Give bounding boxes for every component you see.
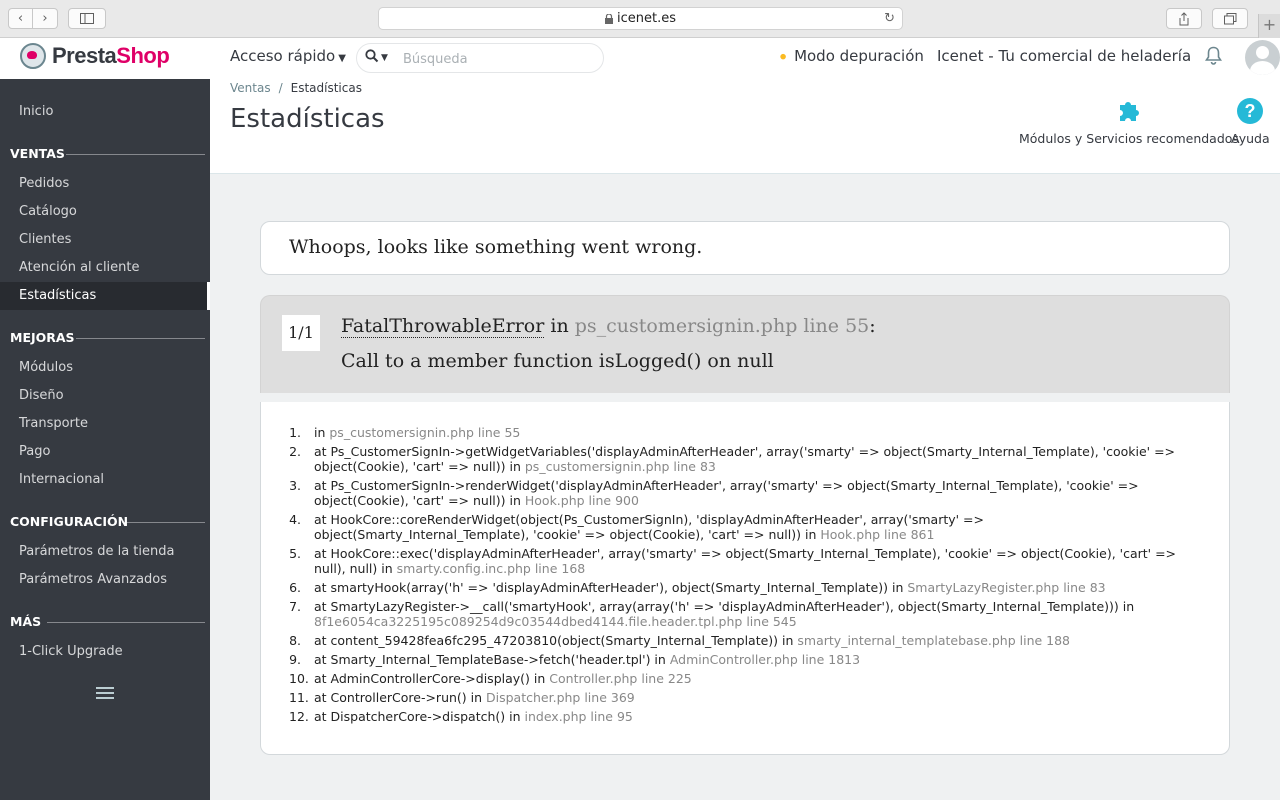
error-summary-panel: Whoops, looks like something went wrong. [260,221,1230,275]
sidebar-toggle-button[interactable] [68,8,106,29]
sidebar-item-pedidos[interactable]: Pedidos [0,170,210,198]
reload-icon[interactable]: ↻ [884,11,895,26]
sidebar-item-clientes[interactable]: Clientes [0,226,210,254]
breadcrumb-current: Estadísticas [290,81,362,95]
search-box: ▼ [356,43,604,73]
exception-file: ps_customersignin.php line 55 [574,315,870,337]
caret-down-icon: ▼ [338,53,346,64]
exception-header: 1/1 FatalThrowableError in ps_customersi… [260,295,1230,393]
sidebar-item-diseno[interactable]: Diseño [0,382,210,410]
sidebar-item-modulos[interactable]: Módulos [0,354,210,382]
sidebar-item-pago[interactable]: Pago [0,438,210,466]
sidebar-item-internacional[interactable]: Internacional [0,466,210,494]
chevron-right-icon: › [42,11,48,26]
bell-icon[interactable] [1205,46,1222,70]
sidebar-item-inicio[interactable]: Inicio [0,98,210,126]
share-button[interactable] [1166,8,1202,29]
admin-header: PrestaShop Acceso rápido▼ ▼ ⚫Modo depura… [0,38,1280,79]
tabs-icon [1223,12,1236,24]
sidebar-item-parametros-tienda[interactable]: Parámetros de la tienda [0,538,210,566]
sidebar-item-atencion-cliente[interactable]: Atención al cliente [0,254,210,282]
error-summary-text: Whoops, looks like something went wrong. [289,236,703,258]
quick-access-dropdown[interactable]: Acceso rápido ▼ [230,47,346,65]
sidebar-section-mas: MÁS [10,614,42,629]
breadcrumb: Ventas / Estadísticas [230,81,362,95]
exception-counter: 1/1 [282,315,320,351]
divider [47,622,205,623]
sidebar-item-transporte[interactable]: Transporte [0,410,210,438]
sidebar: Inicio VENTAS Pedidos Catálogo Clientes … [0,79,210,800]
debug-mode-indicator[interactable]: ⚫ Modo depuración [778,47,924,65]
share-icon [1179,11,1189,25]
bug-icon: ⚫ [778,50,789,64]
sidebar-item-1-click-upgrade[interactable]: 1-Click Upgrade [0,638,210,666]
puffin-icon [20,43,46,69]
logo-text: PrestaShop [52,43,170,68]
sidebar-icon [80,13,94,24]
puzzle-icon [1119,102,1139,121]
help-icon: ? [1237,98,1264,124]
stack-trace: 1. in ps_customersignin.php line 55 2. at … [260,402,1230,755]
divider [122,522,205,523]
divider [76,338,205,339]
search-icon[interactable] [365,49,379,63]
sidebar-item-estadisticas[interactable]: Estadísticas [0,282,210,310]
sidebar-section-mejoras: MEJORAS [10,330,75,345]
exception-message: Call to a member function isLogged() on … [341,350,774,372]
avatar[interactable] [1245,40,1280,75]
tabs-overview-button[interactable] [1212,8,1248,29]
shop-name-link[interactable]: Icenet - Tu comercial de heladería [937,47,1191,65]
sidebar-item-parametros-avanzados[interactable]: Parámetros Avanzados [0,566,210,594]
divider [66,154,205,155]
lock-icon [605,13,613,24]
sidebar-item-catalogo[interactable]: Catálogo [0,198,210,226]
recommended-modules-button[interactable]: Módulos y Servicios recomendados [1019,97,1239,146]
search-input[interactable] [403,49,593,69]
back-button[interactable]: ‹ [8,8,33,29]
sidebar-section-configuracion: CONFIGURACIÓN [10,514,129,529]
sidebar-section-ventas: VENTAS [10,146,65,161]
breadcrumb-ventas[interactable]: Ventas [230,81,271,95]
address-bar[interactable]: icenet.es ↻ [378,7,903,30]
menu-collapse-icon[interactable] [96,687,114,702]
caret-down-icon[interactable]: ▼ [381,53,388,63]
page-header: Ventas / Estadísticas Estadísticas Módulos… [210,79,1280,174]
chevron-left-icon: ‹ [17,11,24,26]
forward-button[interactable]: › [33,8,58,29]
prestashop-logo[interactable]: PrestaShop [20,43,170,69]
svg-text:?: ? [1245,101,1256,121]
exception-class: FatalThrowableError [341,315,545,338]
plus-icon[interactable]: + [1258,14,1280,38]
help-button[interactable]: ? Ayuda [1231,97,1270,146]
url-text: icenet.es [617,11,676,26]
page-title: Estadísticas [230,104,385,134]
exception-title: FatalThrowableError in ps_customersignin… [341,315,876,338]
browser-toolbar: ‹ › icenet.es ↻ + [0,0,1280,38]
history-buttons: ‹ › [8,8,58,29]
